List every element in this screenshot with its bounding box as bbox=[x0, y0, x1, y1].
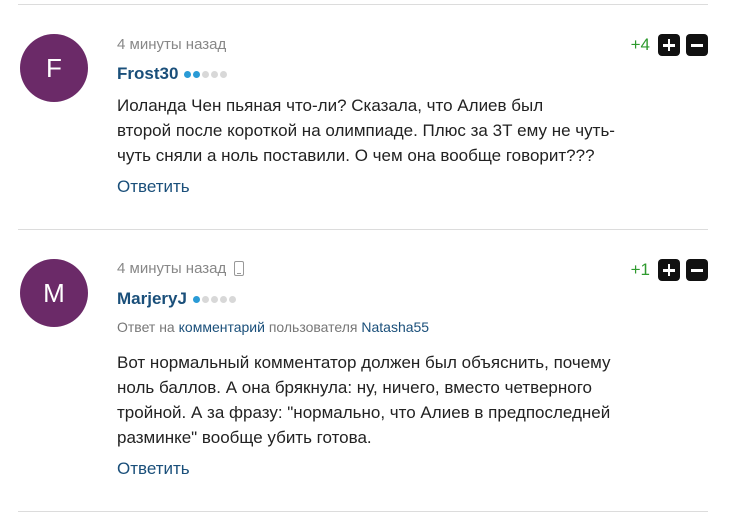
comment-author[interactable]: Frost30 bbox=[117, 64, 228, 84]
comment-time: 4 минуты назад bbox=[117, 36, 226, 53]
reply-button[interactable]: Ответить bbox=[117, 177, 190, 197]
level-dot bbox=[211, 70, 219, 78]
comment-text-line: тройной. А за фразу: "нормально, что Али… bbox=[117, 403, 611, 422]
avatar-letter: F bbox=[46, 52, 62, 83]
avatar[interactable]: M bbox=[20, 259, 88, 327]
reply-button[interactable]: Ответить bbox=[117, 459, 190, 479]
avatar-letter: M bbox=[43, 277, 65, 308]
comment-text: Иоланда Чен пьяная что-ли? Сказала, что … bbox=[117, 93, 687, 168]
upvote-button[interactable] bbox=[658, 259, 680, 281]
level-dot bbox=[210, 295, 218, 303]
level-dot bbox=[192, 295, 200, 303]
reply-to-prefix: Ответ на bbox=[117, 319, 175, 335]
comment-text-line: Вот нормальный комментатор должен был об… bbox=[117, 353, 611, 372]
reply-to-middle: пользователя bbox=[268, 319, 358, 335]
rating-score: +4 bbox=[630, 35, 650, 54]
comment-text-line: разминке" вообще убить готова. bbox=[117, 428, 372, 447]
level-dot bbox=[193, 70, 201, 78]
upvote-button[interactable] bbox=[658, 34, 680, 56]
level-dot bbox=[202, 70, 210, 78]
level-dot bbox=[201, 295, 209, 303]
avatar[interactable]: F bbox=[20, 34, 88, 102]
comment-text-line: ноль баллов. А она брякнула: ну, ничего,… bbox=[117, 378, 593, 397]
level-dot bbox=[184, 70, 192, 78]
mobile-phone-icon bbox=[234, 261, 245, 276]
bottom-divider bbox=[18, 511, 708, 512]
level-dot bbox=[228, 295, 236, 303]
downvote-button[interactable] bbox=[686, 34, 708, 56]
time-text: 4 минуты назад bbox=[117, 36, 227, 53]
level-dot bbox=[220, 70, 228, 78]
minus-icon bbox=[691, 269, 703, 272]
comment-text-line: второй после короткой на олимпиаде. Плюс… bbox=[117, 121, 615, 140]
author-name[interactable]: MarjeryJ bbox=[117, 289, 187, 309]
comment-rating: +1 bbox=[631, 259, 708, 281]
rating-score: +1 bbox=[630, 260, 650, 279]
comment-divider bbox=[18, 229, 708, 230]
comment-rating: +4 bbox=[631, 34, 708, 56]
author-name[interactable]: Frost30 bbox=[117, 64, 178, 84]
time-text: 4 минуты назад bbox=[117, 260, 227, 277]
reply-to-line: Ответ на комментарий пользователя Natash… bbox=[117, 319, 429, 335]
user-level-dots bbox=[184, 70, 228, 78]
top-divider bbox=[18, 4, 708, 5]
comment-text-line: Иоланда Чен пьяная что-ли? Сказала, что … bbox=[117, 96, 544, 115]
comment-text-line: чуть сняли а ноль поставили. О чем она в… bbox=[117, 146, 595, 165]
comment-text: Вот нормальный комментатор должен был об… bbox=[117, 350, 687, 450]
level-dot bbox=[219, 295, 227, 303]
reply-to-comment-link[interactable]: комментарий bbox=[179, 319, 265, 335]
reply-to-user-link[interactable]: Natasha55 bbox=[361, 319, 429, 335]
minus-icon bbox=[691, 44, 703, 47]
downvote-button[interactable] bbox=[686, 259, 708, 281]
comment-author[interactable]: MarjeryJ bbox=[117, 289, 236, 309]
comment-time: 4 минуты назад bbox=[117, 260, 245, 277]
user-level-dots bbox=[192, 295, 236, 303]
